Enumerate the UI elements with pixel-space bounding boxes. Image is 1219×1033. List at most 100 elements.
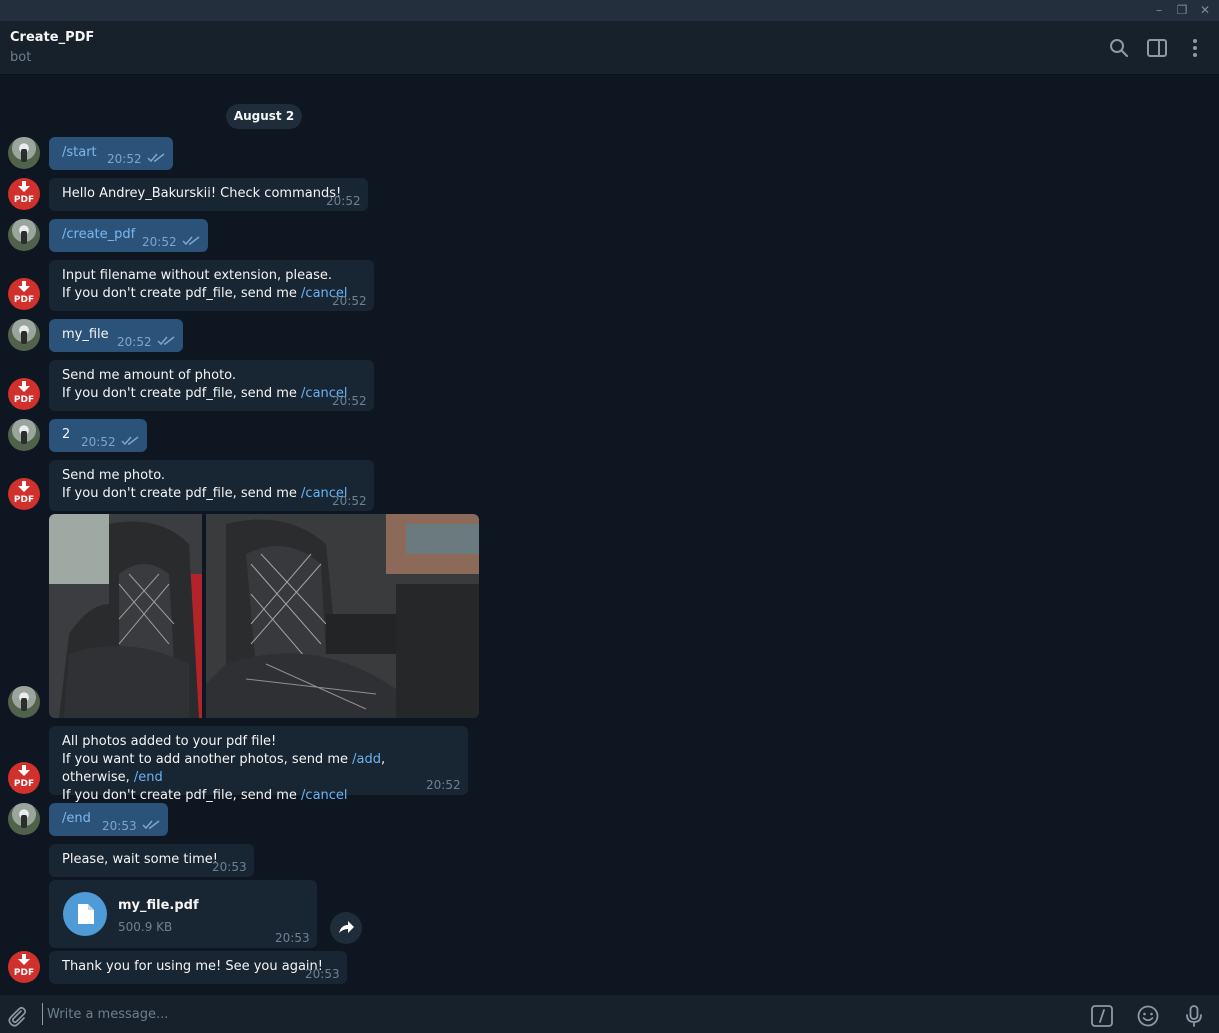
bot-avatar-label: PDF: [13, 779, 35, 789]
message-composer: [0, 995, 1219, 1033]
bot-avatar-label: PDF: [13, 968, 35, 978]
message-line: If you don't create pdf_file, send me /c…: [62, 385, 361, 403]
double-check-icon: [121, 436, 139, 446]
message-time: 20:53: [305, 967, 340, 981]
message-text: my_file: [62, 327, 109, 342]
message-time: 20:52: [81, 435, 116, 449]
user-avatar[interactable]: [8, 219, 40, 251]
message-line-text: If you don't create pdf_file, send me: [62, 788, 302, 803]
message-bubble-incoming[interactable]: Input filename without extension, please…: [49, 260, 374, 311]
bot-commands-icon[interactable]: [1090, 1004, 1114, 1028]
search-icon[interactable]: [1108, 37, 1130, 59]
message-time: 20:52: [426, 778, 461, 792]
message-text[interactable]: /start: [62, 145, 97, 160]
more-vertical-icon[interactable]: [1184, 37, 1206, 59]
user-avatar[interactable]: [8, 803, 40, 835]
window-title-bar: – ❐ ✕: [0, 0, 1219, 21]
message-text: Thank you for using me! See you again!: [62, 959, 323, 974]
message-line: Send me amount of photo.: [62, 368, 237, 383]
bot-avatar[interactable]: PDF: [8, 378, 40, 410]
attach-icon[interactable]: [5, 1004, 29, 1028]
message-bubble-outgoing[interactable]: my_file 20:52: [49, 319, 183, 352]
message-time: 20:52: [332, 494, 367, 508]
photo-car-seat-1[interactable]: [49, 514, 202, 718]
microphone-icon[interactable]: [1182, 1004, 1206, 1028]
bot-avatar-label: PDF: [13, 195, 35, 205]
message-time: 20:52: [117, 335, 152, 349]
car-seat-photo: [206, 514, 479, 718]
bot-avatar-label: PDF: [13, 495, 35, 505]
chat-title[interactable]: Create_PDF: [10, 30, 94, 45]
message-time: 20:52: [326, 194, 361, 208]
message-text: Please, wait some time!: [62, 852, 218, 867]
file-size: 500.9 KB: [118, 920, 173, 934]
forward-arrow-icon: [339, 921, 354, 933]
end-command-link[interactable]: /end: [134, 770, 163, 785]
message-line: Send me photo.: [62, 468, 166, 483]
bot-avatar[interactable]: PDF: [8, 951, 40, 983]
bot-avatar[interactable]: PDF: [8, 762, 40, 794]
restore-button[interactable]: ❐: [1173, 2, 1191, 18]
message-text[interactable]: /create_pdf: [62, 227, 135, 242]
file-name[interactable]: my_file.pdf: [118, 897, 199, 915]
message-line: If you don't create pdf_file, send me /c…: [62, 285, 361, 303]
bot-avatar-label: PDF: [13, 395, 35, 405]
download-arrow-icon: [18, 381, 30, 392]
bot-avatar[interactable]: PDF: [8, 178, 40, 210]
sidebar-toggle-icon[interactable]: [1146, 37, 1168, 59]
message-bubble-incoming[interactable]: Send me photo. If you don't create pdf_f…: [49, 460, 374, 511]
message-text[interactable]: /end: [62, 811, 91, 826]
message-bubble-incoming[interactable]: Hello Andrey_Bakurskii! Check commands! …: [49, 178, 368, 211]
double-check-icon: [182, 236, 200, 246]
message-line: Input filename without extension, please…: [62, 268, 332, 283]
double-check-icon: [142, 820, 160, 830]
message-line: If you want to add another photos, send …: [62, 751, 455, 787]
message-bubble-incoming[interactable]: Please, wait some time! 20:53: [49, 844, 254, 877]
message-time: 20:52: [107, 152, 142, 166]
file-download-button[interactable]: [63, 892, 107, 936]
message-time: 20:53: [102, 819, 137, 833]
download-arrow-icon: [18, 481, 30, 492]
message-time: 20:53: [275, 931, 310, 945]
chat-header: Create_PDF bot: [0, 21, 1219, 75]
user-avatar[interactable]: [8, 319, 40, 351]
photo-car-seat-2[interactable]: [206, 514, 479, 718]
message-bubble-outgoing[interactable]: 2 20:52: [49, 419, 147, 452]
message-time: 20:53: [212, 860, 247, 874]
forward-button[interactable]: [330, 912, 362, 944]
message-bubble-incoming[interactable]: All photos added to your pdf file! If yo…: [49, 726, 468, 803]
user-avatar[interactable]: [8, 686, 40, 718]
message-line-text: If you don't create pdf_file, send me: [62, 386, 302, 401]
bot-avatar[interactable]: PDF: [8, 278, 40, 310]
message-line-text: If you don't create pdf_file, send me: [62, 286, 302, 301]
bot-avatar-label: PDF: [13, 295, 35, 305]
cancel-command-link[interactable]: /cancel: [301, 788, 348, 803]
message-bubble-outgoing[interactable]: /create_pdf 20:52: [49, 219, 208, 252]
double-check-icon: [147, 153, 165, 163]
user-avatar[interactable]: [8, 419, 40, 451]
message-bubble-outgoing[interactable]: /end 20:53: [49, 803, 168, 836]
message-line: If you don't create pdf_file, send me /c…: [62, 485, 361, 503]
message-bubble-incoming[interactable]: Thank you for using me! See you again! 2…: [49, 951, 347, 984]
download-arrow-icon: [18, 181, 30, 192]
message-line-text: If you want to add another photos, send …: [62, 752, 353, 767]
close-button[interactable]: ✕: [1196, 2, 1214, 18]
minimize-button[interactable]: –: [1150, 2, 1168, 18]
download-arrow-icon: [18, 281, 30, 292]
message-input[interactable]: [42, 1003, 947, 1025]
chat-subtitle: bot: [10, 50, 32, 65]
message-bubble-incoming[interactable]: Send me amount of photo. If you don't cr…: [49, 360, 374, 411]
message-time: 20:52: [332, 294, 367, 308]
user-avatar[interactable]: [8, 137, 40, 169]
car-seat-photo: [49, 514, 202, 718]
download-arrow-icon: [18, 765, 30, 776]
add-command-link[interactable]: /add: [352, 752, 381, 767]
double-check-icon: [157, 336, 175, 346]
bot-avatar[interactable]: PDF: [8, 478, 40, 510]
message-bubble-outgoing[interactable]: /start 20:52: [49, 137, 173, 170]
date-divider: August 2: [226, 104, 302, 129]
emoji-icon[interactable]: [1136, 1004, 1160, 1028]
download-arrow-icon: [18, 954, 30, 965]
message-text: Hello Andrey_Bakurskii! Check commands!: [62, 186, 342, 201]
document-icon: [78, 904, 94, 924]
